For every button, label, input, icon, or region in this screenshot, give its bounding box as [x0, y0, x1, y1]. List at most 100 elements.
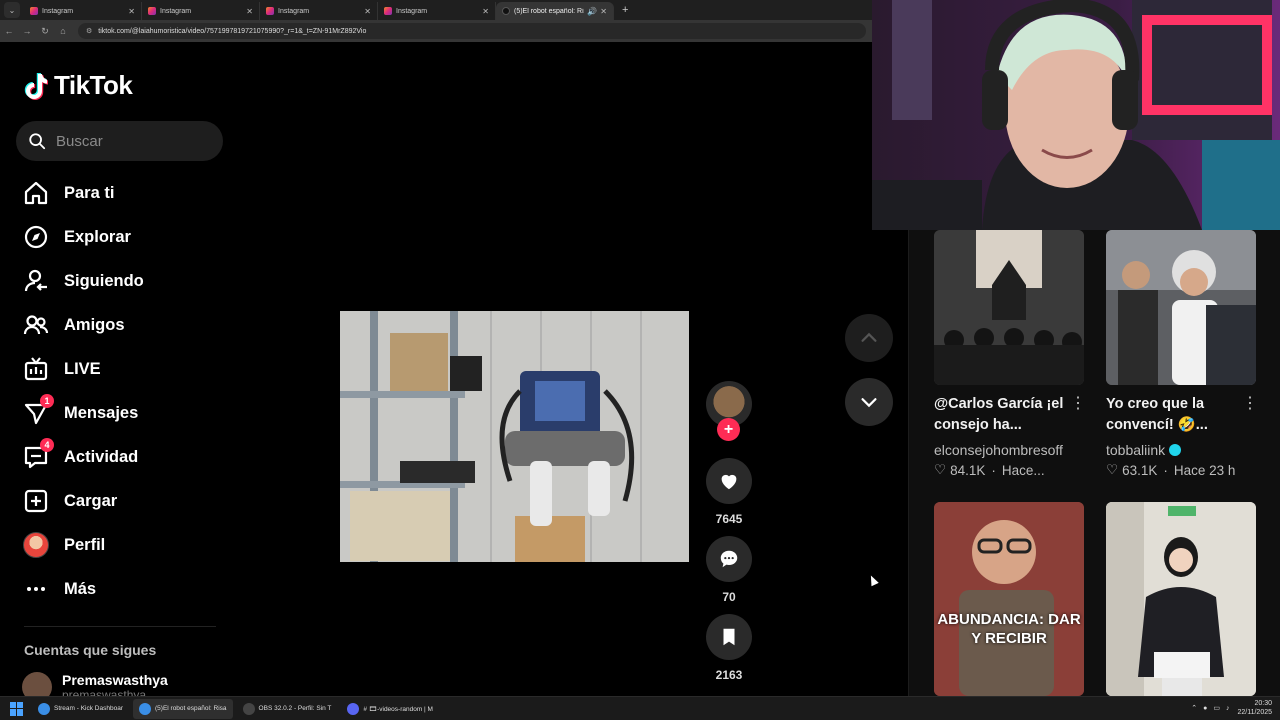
- save-action: 2163: [705, 614, 753, 682]
- next-video-button[interactable]: [845, 378, 893, 426]
- heart-icon: [721, 474, 737, 490]
- upload-icon: [24, 489, 48, 513]
- video-author[interactable]: elconsejohombresoff: [934, 442, 1063, 458]
- volume-icon[interactable]: ♪: [1226, 705, 1230, 712]
- video-player[interactable]: [340, 311, 689, 562]
- video-author[interactable]: tobbaliink: [1106, 442, 1182, 458]
- sidebar-item-perfil[interactable]: Perfil: [22, 529, 105, 561]
- save-button[interactable]: [706, 614, 752, 660]
- search-box[interactable]: [16, 121, 223, 161]
- clock[interactable]: 20:30 22/11/2025: [1237, 699, 1272, 717]
- microphone-icon[interactable]: ●: [1203, 705, 1207, 712]
- windows-taskbar: Stream - Kick Dashboar (5)El robot españ…: [0, 696, 1280, 720]
- video-thumbnail[interactable]: [1106, 230, 1256, 385]
- search-input[interactable]: [56, 132, 206, 150]
- back-icon[interactable]: ←: [0, 26, 18, 36]
- video-thumbnail[interactable]: [1106, 502, 1256, 696]
- follow-plus-button[interactable]: +: [717, 418, 740, 441]
- sidebar-item-live[interactable]: LIVE: [22, 353, 101, 385]
- friends-icon: [23, 315, 49, 335]
- webcam-overlay: [872, 0, 1280, 230]
- discord-icon: [347, 702, 360, 715]
- taskbar-app-active[interactable]: (5)El robot español: Risa: [133, 698, 233, 719]
- like-button[interactable]: [706, 458, 752, 504]
- webcam-image: [872, 0, 1280, 230]
- chrome-icon: [38, 702, 50, 715]
- verified-icon: [1169, 444, 1182, 456]
- chevron-up-icon: [861, 332, 877, 342]
- sidebar-item-mensajes[interactable]: 1 Mensajes: [22, 394, 138, 429]
- system-tray: ⌃ ● ▭ ♪ 20:30 22/11/2025: [1191, 699, 1272, 717]
- chevron-down-icon: [861, 398, 877, 408]
- close-icon[interactable]: ✕: [128, 7, 135, 16]
- following-icon: [24, 269, 47, 292]
- obs-icon: [242, 702, 255, 715]
- comment-button[interactable]: [706, 536, 752, 582]
- url-field[interactable]: ⚙ tiktok.com/@laiahumoristica/video/75719…: [78, 23, 866, 39]
- home-nav-icon[interactable]: ⌂: [54, 26, 72, 36]
- browser-tab[interactable]: Instagram ✕: [260, 2, 378, 20]
- more-options-icon[interactable]: ⋮: [1242, 393, 1258, 413]
- browser-tab[interactable]: Instagram ✕: [378, 2, 496, 20]
- more-options-icon[interactable]: ⋮: [1070, 393, 1086, 413]
- close-icon[interactable]: ✕: [482, 7, 489, 16]
- taskbar-app[interactable]: Stream - Kick Dashboar: [32, 699, 129, 719]
- compass-icon: [24, 225, 48, 249]
- like-action: 7645: [705, 458, 753, 526]
- network-icon[interactable]: ▭: [1213, 704, 1220, 712]
- taskbar-app[interactable]: OBS 32.0.2 - Perfil: Sin T: [237, 699, 338, 719]
- previous-video-button[interactable]: [845, 314, 893, 362]
- start-button[interactable]: [10, 701, 24, 716]
- thumbnail-image: [934, 230, 1084, 385]
- notification-badge: 1: [40, 394, 54, 408]
- comment-action: 70: [705, 536, 753, 604]
- reload-icon[interactable]: ↻: [36, 26, 54, 37]
- video-thumbnail[interactable]: [934, 230, 1084, 385]
- browser-tab-active[interactable]: (5)El robot español: Risas y🔊✕: [496, 2, 614, 20]
- sidebar-item-para-ti[interactable]: Para ti: [22, 177, 114, 209]
- close-icon[interactable]: ✕: [364, 7, 371, 16]
- sidebar-item-cargar[interactable]: Cargar: [22, 485, 117, 517]
- search-icon: [29, 133, 46, 150]
- close-icon[interactable]: ✕: [600, 7, 607, 16]
- instagram-icon: [30, 7, 38, 15]
- home-icon: [24, 181, 48, 205]
- video-stats: ♡ 63.1K · Hace 23 h: [1106, 462, 1236, 478]
- browser-tab[interactable]: Instagram ✕: [24, 2, 142, 20]
- bookmark-icon: [723, 628, 735, 646]
- following-section-title: Cuentas que sigues: [24, 642, 157, 658]
- video-title[interactable]: @Carlos García ¡el consejo ha...: [934, 394, 1074, 436]
- save-count: 2163: [715, 668, 743, 682]
- site-info-icon[interactable]: ⚙: [86, 27, 92, 35]
- like-count: 7645: [715, 512, 743, 526]
- tiktok-logo[interactable]: TikTok: [24, 70, 133, 101]
- sidebar-item-explorar[interactable]: Explorar: [22, 221, 131, 253]
- thumbnail-image: [934, 502, 1084, 696]
- tiktok-note-icon: [24, 72, 48, 100]
- tray-chevron-icon[interactable]: ⌃: [1191, 704, 1197, 712]
- close-icon[interactable]: ✕: [246, 7, 253, 16]
- video-frame-robot: [340, 311, 689, 562]
- sidebar-item-mas[interactable]: Más: [22, 573, 96, 605]
- video-thumbnail[interactable]: ABUNDANCIA: DAR Y RECIBIR: [934, 502, 1084, 696]
- mouse-cursor: [867, 573, 879, 587]
- taskbar-app[interactable]: # 🎞-videos-random | M: [341, 699, 439, 719]
- thumbnail-image: [1106, 502, 1256, 696]
- browser-tab-bar: ⌄ Instagram ✕ Instagram ✕ Instagram ✕ Insta…: [0, 0, 872, 20]
- heart-outline-icon: ♡: [1106, 462, 1119, 477]
- live-icon: [24, 357, 48, 381]
- tab-search-button[interactable]: ⌄: [4, 2, 20, 18]
- tiktok-icon: [502, 7, 510, 15]
- sidebar-item-actividad[interactable]: 4 Actividad: [22, 438, 138, 473]
- video-title[interactable]: Yo creo que la convencí! 🤣...: [1106, 394, 1246, 436]
- instagram-icon: [148, 7, 156, 15]
- sidebar-item-siguiendo[interactable]: Siguiendo: [22, 265, 144, 297]
- sidebar-item-amigos[interactable]: Amigos: [22, 309, 125, 341]
- speaker-icon[interactable]: 🔊: [587, 7, 597, 16]
- instagram-icon: [384, 7, 392, 15]
- browser-tab[interactable]: Instagram ✕: [142, 2, 260, 20]
- notification-badge: 4: [40, 438, 54, 452]
- thumbnail-image: [1106, 230, 1256, 385]
- new-tab-button[interactable]: +: [622, 4, 628, 16]
- forward-icon[interactable]: →: [18, 26, 36, 36]
